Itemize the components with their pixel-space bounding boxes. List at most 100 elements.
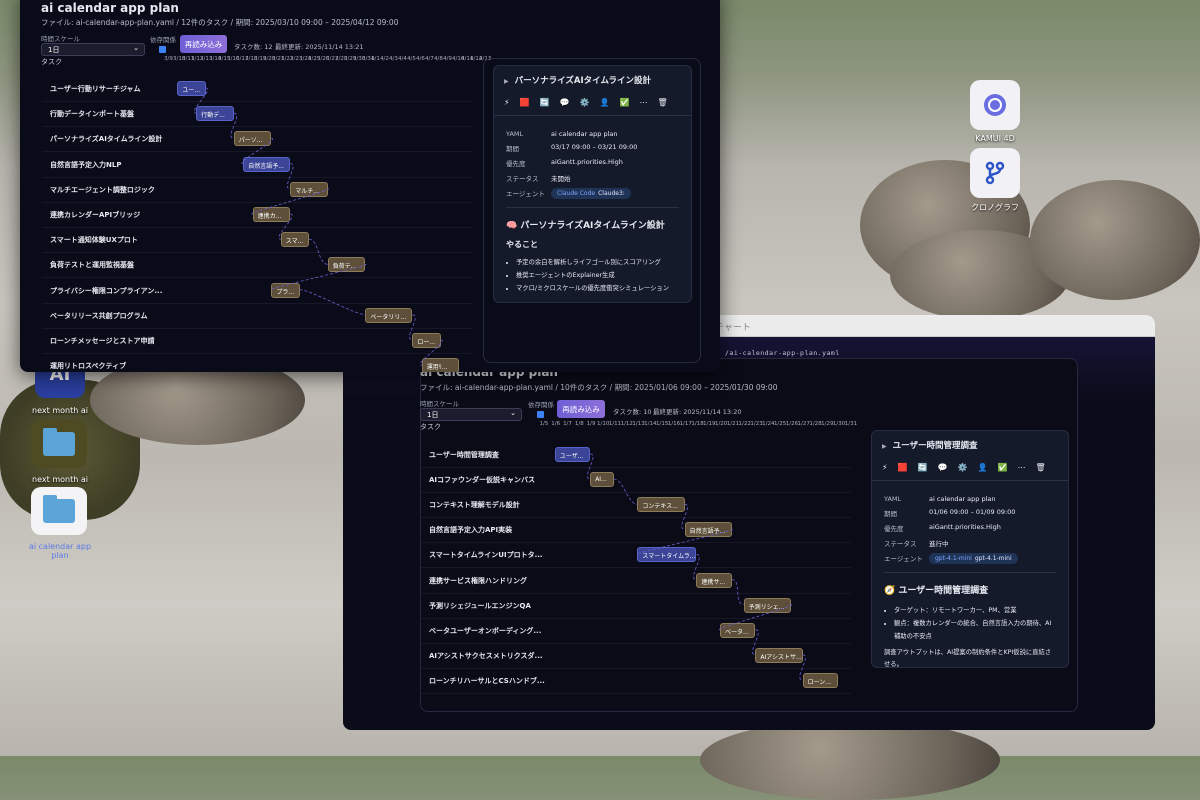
task-bar[interactable]: ローン...	[802, 672, 838, 688]
detail-header[interactable]: ▶ ユーザー時間管理調査	[872, 431, 1068, 459]
timeline-tick: 3/17	[236, 56, 249, 62]
field-value: 03/17 09:00 – 03/21 09:00	[551, 143, 638, 151]
field-value: ai calendar app plan	[929, 495, 996, 503]
task-detail-panel: ▶ ユーザー時間管理調査 ⚡ 🟥 🔄 💬 ⚙️ 👤 ✅ ⋯ 🗑 YAML ai calendar app…	[871, 430, 1069, 668]
task-bar[interactable]: ベータ...	[720, 622, 756, 638]
task-name: パーソナライズAIタイムライン設計	[50, 135, 163, 144]
expand-triangle-icon[interactable]: ▶	[504, 78, 509, 85]
time-scale-select[interactable]: 1日 ⌄	[420, 408, 522, 421]
desktop-icon-ai-calendar-app-plan[interactable]	[31, 487, 87, 535]
detail-field: YAML ai calendar app plan	[506, 130, 679, 138]
task-bar[interactable]: 連携サ...	[696, 572, 732, 588]
task-row[interactable]: 運用リトロスペクティブ	[42, 354, 472, 372]
agent-badge[interactable]: gpt-4.1-mini gpt-4.1-mini	[929, 553, 1018, 564]
lightning-icon[interactable]: ⚡	[882, 463, 888, 472]
task-row[interactable]: スマートタイムラインUIプロトタ...	[421, 543, 851, 569]
more-icon[interactable]: ⋯	[1017, 463, 1025, 472]
detail-header[interactable]: ▶ パーソナライズAIタイムライン設計	[494, 66, 691, 94]
desktop-icon-kamui[interactable]	[970, 80, 1020, 130]
user-icon[interactable]: 👤	[600, 98, 610, 107]
timeline-tick: 3/9	[164, 56, 173, 62]
task-name: 予測リシェジュールエンジンQA	[429, 601, 531, 610]
deps-checkbox[interactable]	[159, 46, 166, 53]
timeline-tick: 1/22	[738, 421, 751, 427]
stop-icon[interactable]: 🟥	[520, 98, 530, 107]
task-row[interactable]: ユーザー行動リサーチジャム	[42, 77, 472, 102]
task-bar[interactable]: パーソ...	[233, 131, 272, 147]
task-bar[interactable]: AI...	[590, 472, 614, 488]
agent-badge[interactable]: Claude Code Claude3:	[551, 188, 631, 199]
task-bar[interactable]: 予測リシェ...	[743, 597, 791, 613]
field-value: aiGantt.priorities.High	[929, 523, 1001, 531]
task-row[interactable]: 自然言語予定入力API実装	[421, 518, 851, 544]
reload-button[interactable]: 再読み込み	[557, 400, 605, 418]
detail-field-agent: エージェント Claude Code Claude3:	[506, 188, 679, 199]
task-row[interactable]: マルチエージェント調整ロジック	[42, 178, 472, 203]
deps-checkbox[interactable]	[537, 411, 544, 418]
task-name: 連携サービス権限ハンドリング	[429, 576, 527, 585]
reload-button[interactable]: 再読み込み	[180, 35, 227, 53]
task-row[interactable]: AIコファウンダー仮説キャンバス	[421, 468, 851, 494]
check-icon[interactable]: ✅	[619, 98, 629, 107]
detail-bullets: 予定の余白を解析しライフゴール別にスコアリング推奨エージェントのExplaine…	[506, 256, 679, 295]
task-row[interactable]: ローンチメッセージとストア申請	[42, 329, 472, 354]
stop-icon[interactable]: 🟥	[898, 463, 908, 472]
chevron-down-icon: ⌄	[133, 44, 139, 52]
refresh-icon[interactable]: 🔄	[918, 463, 928, 472]
field-value: 01/06 09:00 – 01/09 09:00	[929, 508, 1016, 516]
scale-label: 時間スケール	[41, 35, 80, 43]
task-bar[interactable]: ユーザ...	[554, 447, 591, 462]
task-bar[interactable]: 自然言語予...	[243, 156, 291, 172]
task-row[interactable]: 連携サービス権限ハンドリング	[421, 569, 851, 594]
task-bar[interactable]: スマートタイムラ...	[637, 547, 697, 563]
task-bar[interactable]: 行動デ...	[196, 106, 234, 122]
refresh-icon[interactable]: 🔄	[540, 98, 550, 107]
time-scale-select[interactable]: 1日 ⌄	[41, 43, 145, 56]
gear-icon[interactable]: ⚙️	[580, 98, 590, 107]
task-bar[interactable]: AIアシストサ...	[755, 647, 803, 663]
timeline-tick: 3/31	[362, 56, 375, 62]
task-count: タスク数: 10	[613, 408, 652, 416]
task-row[interactable]: ユーザー時間管理調査	[421, 443, 851, 468]
trash-icon[interactable]: 🗑	[657, 98, 667, 107]
task-row[interactable]: 負荷テストと運用監視基盤	[42, 253, 472, 279]
comment-icon[interactable]: 💬	[938, 463, 948, 472]
task-bar[interactable]: 運用ﾘ...	[421, 358, 460, 372]
more-icon[interactable]: ⋯	[639, 98, 647, 107]
task-bar[interactable]: コンテキス...	[637, 497, 685, 513]
task-name: 運用リトロスペクティブ	[50, 362, 127, 371]
timeline-tick: 4/7	[425, 56, 434, 62]
timeline-tick: 1/25	[773, 421, 787, 427]
task-row[interactable]: スマート通知体験UXプロト	[42, 228, 472, 254]
task-name: マルチエージェント調整ロジック	[50, 185, 155, 194]
task-bar[interactable]: 自然言語予...	[684, 522, 732, 538]
task-bar[interactable]: ロー...	[412, 333, 441, 348]
desktop-icon-next-month-ai-folder[interactable]	[31, 420, 87, 468]
last-updated: 最終更新: 2025/11/14 13:20	[653, 408, 742, 416]
trash-icon[interactable]: 🗑	[1035, 463, 1045, 472]
lightning-icon[interactable]: ⚡	[504, 98, 510, 107]
task-bar[interactable]: マルチ...	[290, 181, 328, 197]
desktop-icon-chronograph[interactable]	[970, 148, 1020, 198]
field-key: 期間	[884, 510, 897, 518]
timeline-tick: 4/11	[461, 56, 474, 62]
gear-icon[interactable]: ⚙️	[958, 463, 968, 472]
check-icon[interactable]: ✅	[997, 463, 1007, 472]
user-icon[interactable]: 👤	[978, 463, 988, 472]
task-bar[interactable]: プラ...	[271, 282, 300, 298]
task-bar[interactable]: ベータリリ...	[365, 307, 413, 323]
task-row[interactable]: ローンチリハーサルとCSハンドブ...	[421, 669, 851, 694]
task-detail-panel: ▶ パーソナライズAIタイムライン設計 ⚡ 🟥 🔄 💬 ⚙️ 👤 ✅ ⋯ 🗑 YAML ai calen…	[493, 65, 692, 303]
comment-icon[interactable]: 💬	[560, 98, 570, 107]
detail-toolbar: ⚡ 🟥 🔄 💬 ⚙️ 👤 ✅ ⋯ 🗑	[494, 94, 691, 116]
task-bar[interactable]: ユー...	[177, 81, 206, 96]
task-name: プライバシー権限コンプライアン...	[50, 286, 163, 295]
task-row[interactable]: ベータユーザーオンボーディング...	[421, 619, 851, 644]
task-row[interactable]: プライバシー権限コンプライアン...	[42, 279, 472, 304]
task-row[interactable]: コンテキスト理解モデル設計	[421, 493, 851, 519]
task-bar[interactable]: 連携カ...	[252, 207, 291, 222]
task-bar[interactable]: スマ...	[280, 232, 309, 248]
task-bar[interactable]: 負荷テ...	[327, 257, 366, 273]
task-row[interactable]: 行動データインポート基盤	[42, 102, 472, 128]
expand-triangle-icon[interactable]: ▶	[882, 443, 887, 450]
